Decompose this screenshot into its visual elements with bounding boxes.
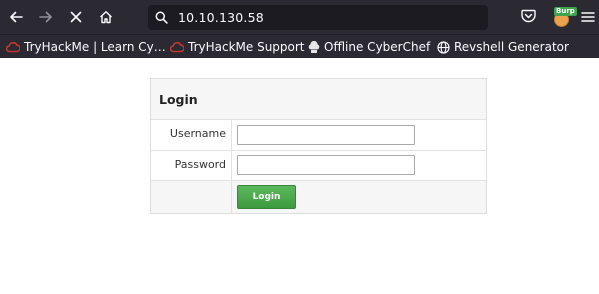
bookmarks-bar: TryHackMe | Learn Cy… TryHackMe Support … bbox=[0, 34, 599, 58]
bookmark-cyberchef[interactable]: Offline CyberChef bbox=[308, 39, 430, 55]
login-title: Login bbox=[159, 92, 198, 107]
submit-row: Login bbox=[151, 181, 486, 213]
overflow-menu-icon[interactable] bbox=[581, 10, 595, 24]
extension-badge: Burp bbox=[554, 7, 577, 16]
tryhackme-icon bbox=[6, 41, 20, 53]
tryhackme-icon bbox=[170, 41, 184, 53]
username-input[interactable] bbox=[237, 125, 415, 145]
bookmark-label: Revshell Generator bbox=[454, 40, 569, 54]
forward-button[interactable] bbox=[35, 6, 57, 28]
password-label-cell: Password bbox=[151, 151, 232, 180]
browser-toolbar: 10.10.130.58 Burp bbox=[0, 0, 599, 34]
bookmark-label: TryHackMe Support bbox=[188, 40, 305, 54]
globe-icon bbox=[437, 40, 450, 54]
arrow-left-icon bbox=[10, 11, 23, 23]
bookmark-tryhackme-support[interactable]: TryHackMe Support bbox=[170, 39, 305, 55]
stop-button[interactable] bbox=[65, 6, 87, 28]
submit-label-cell bbox=[151, 181, 232, 213]
login-button[interactable]: Login bbox=[237, 185, 296, 209]
username-row: Username bbox=[151, 120, 486, 151]
close-icon bbox=[70, 11, 82, 23]
login-form: Login Username Password Login bbox=[150, 78, 487, 214]
back-button[interactable] bbox=[5, 6, 27, 28]
password-row: Password bbox=[151, 151, 486, 181]
burp-extension-button[interactable]: Burp bbox=[552, 6, 577, 28]
url-text: 10.10.130.58 bbox=[178, 10, 264, 25]
bookmark-tryhackme[interactable]: TryHackMe | Learn Cy… bbox=[6, 39, 166, 55]
home-icon bbox=[100, 11, 112, 24]
login-header: Login bbox=[151, 79, 486, 120]
password-input[interactable] bbox=[237, 155, 415, 175]
bookmark-label: TryHackMe | Learn Cy… bbox=[24, 40, 166, 54]
address-bar[interactable]: 10.10.130.58 bbox=[148, 5, 488, 30]
bookmark-label: Offline CyberChef bbox=[324, 40, 431, 54]
username-label: Username bbox=[169, 127, 226, 140]
arrow-right-icon bbox=[39, 11, 52, 23]
bookmark-revshell-generator[interactable]: Revshell Generator bbox=[437, 39, 569, 55]
username-label-cell: Username bbox=[151, 120, 232, 150]
password-label: Password bbox=[174, 158, 226, 171]
search-icon bbox=[155, 11, 168, 24]
pocket-icon[interactable] bbox=[521, 9, 536, 23]
chef-hat-icon bbox=[308, 40, 320, 53]
home-button[interactable] bbox=[95, 6, 117, 28]
